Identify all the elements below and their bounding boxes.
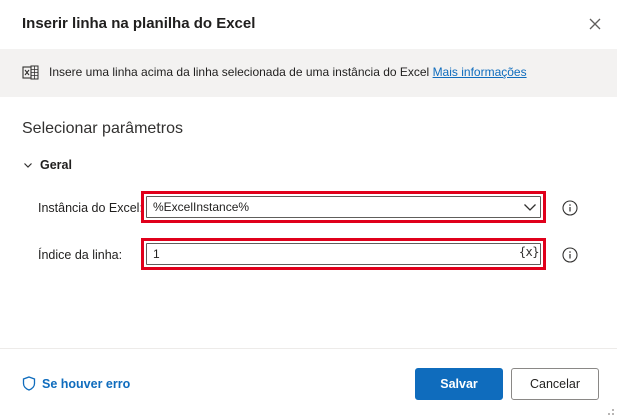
info-bar: Insere uma linha acima da linha selecion… bbox=[0, 49, 617, 97]
instance-value: %ExcelInstance% bbox=[153, 200, 250, 214]
resize-grip-icon[interactable] bbox=[603, 404, 615, 416]
dialog-title: Inserir linha na planilha do Excel bbox=[22, 15, 256, 32]
close-button[interactable] bbox=[584, 13, 606, 35]
excel-instance-dropdown[interactable]: %ExcelInstance% bbox=[141, 191, 546, 223]
group-header-geral[interactable]: Geral bbox=[22, 158, 72, 172]
info-circle-icon[interactable] bbox=[562, 200, 578, 216]
row-index-label: Índice da linha: bbox=[38, 248, 123, 262]
on-error-button[interactable]: Se houver erro bbox=[22, 376, 130, 391]
close-icon bbox=[589, 18, 601, 30]
info-description: Insere uma linha acima da linha selecion… bbox=[49, 65, 433, 79]
save-button[interactable]: Salvar bbox=[415, 368, 503, 400]
more-info-link[interactable]: Mais informações bbox=[433, 65, 527, 79]
instance-label: Instância do Excel: bbox=[38, 201, 143, 215]
chevron-down-icon[interactable] bbox=[523, 200, 537, 214]
on-error-label: Se houver erro bbox=[42, 376, 131, 391]
chevron-down-icon bbox=[24, 163, 32, 168]
footer-divider bbox=[0, 348, 617, 349]
group-label: Geral bbox=[40, 158, 72, 172]
row-index-input[interactable]: 1 {x} bbox=[141, 238, 546, 270]
section-title: Selecionar parâmetros bbox=[22, 120, 183, 137]
variable-picker-button[interactable]: {x} bbox=[519, 245, 540, 259]
input-frame bbox=[146, 243, 541, 265]
row-index-value: 1 bbox=[153, 247, 160, 261]
cancel-button[interactable]: Cancelar bbox=[511, 368, 599, 400]
info-text: Insere uma linha acima da linha selecion… bbox=[49, 65, 527, 79]
info-circle-icon[interactable] bbox=[562, 247, 578, 263]
dialog: Inserir linha na planilha do Excel Inser… bbox=[0, 0, 617, 418]
excel-icon bbox=[22, 65, 39, 80]
shield-icon bbox=[22, 376, 36, 391]
